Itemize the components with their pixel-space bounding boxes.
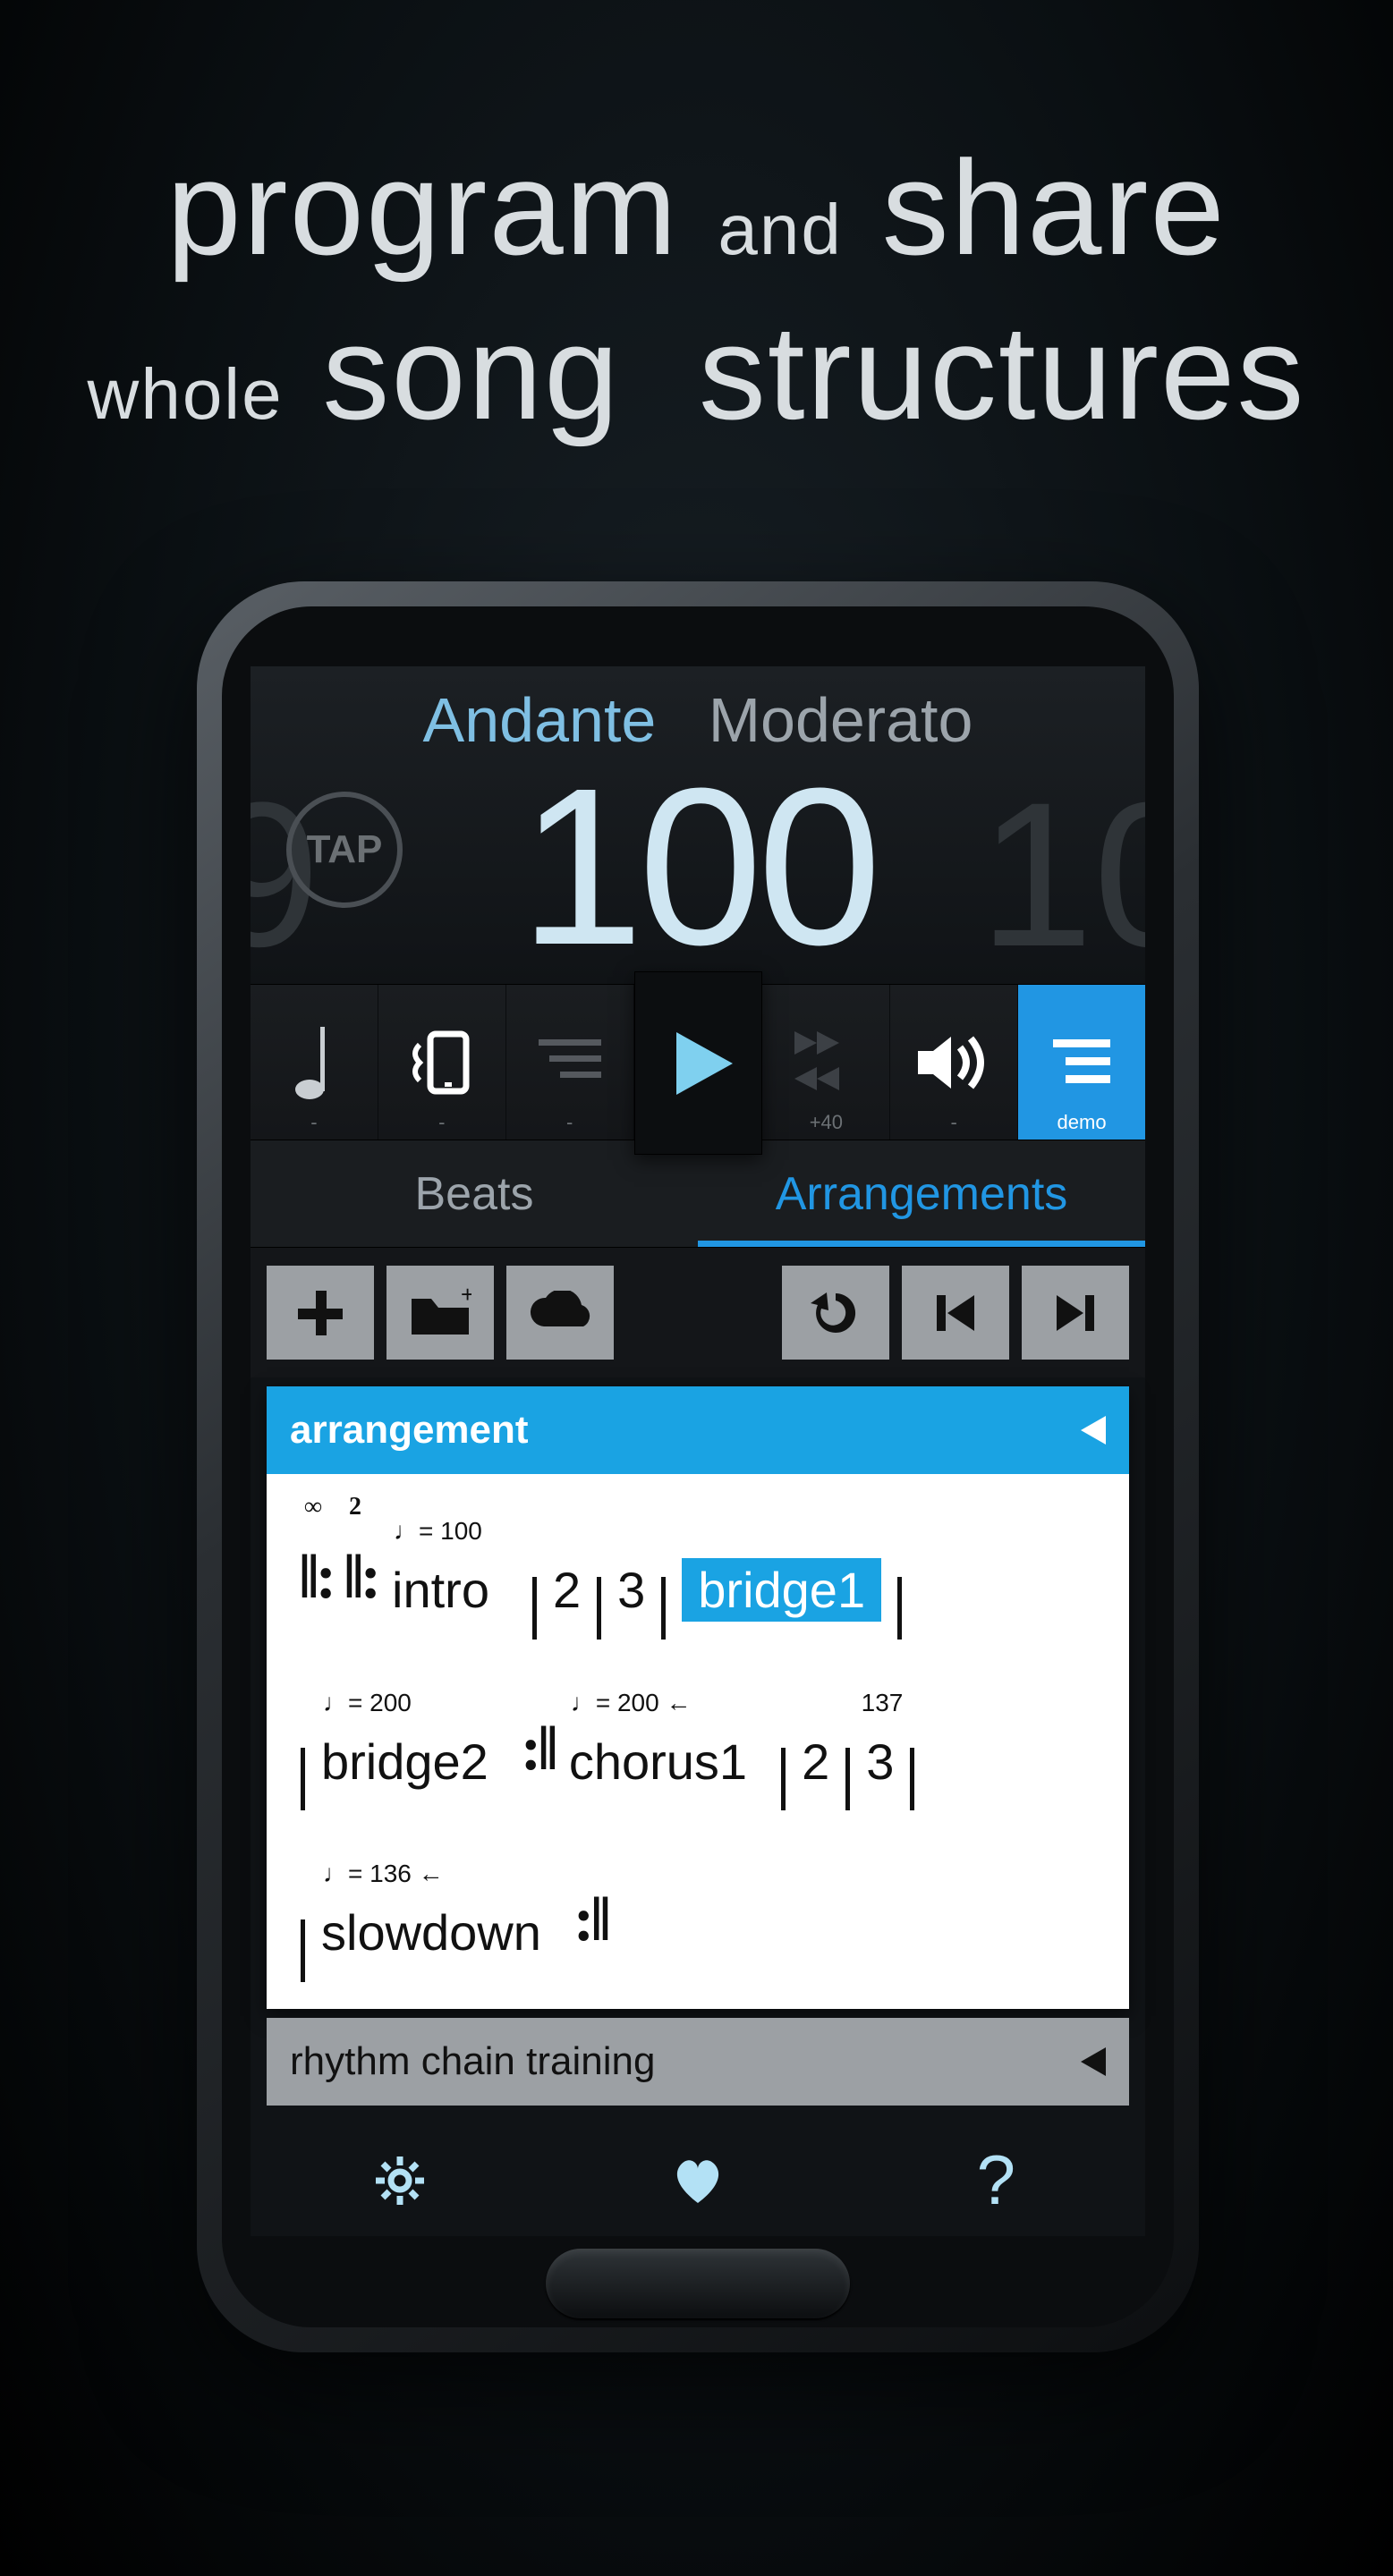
device-home-button [546, 2249, 850, 2318]
marketing-headline: program and share whole song structures [0, 134, 1393, 463]
arrangement-notation[interactable]: ∞ ‖: 2 ‖: ♩= 100 intro 2 [267, 1474, 1129, 2009]
control-sub: +40 [810, 1111, 843, 1134]
app-screen: 9 10 Andante Moderato TAP 100 - [251, 666, 1145, 2236]
tempo-annotation: ♩= 200 [323, 1679, 412, 1728]
open-folder-button[interactable]: + [386, 1266, 494, 1360]
control-sub: - [951, 1111, 957, 1134]
repeat-count: 2 [349, 1483, 358, 1532]
headline-word: program [166, 132, 679, 283]
tab-bar: Beats Arrangements [251, 1140, 1145, 1248]
bottom-nav: ? [251, 2124, 1145, 2236]
folder-plus-icon: + [409, 1288, 471, 1337]
speaker-icon [913, 1031, 994, 1094]
section-name: chorus1 [569, 1733, 747, 1790]
prev-button[interactable] [902, 1266, 1009, 1360]
tempo-annotation: ♩= 200 ← [571, 1679, 692, 1728]
skip-next-icon [1051, 1288, 1100, 1337]
control-sub: demo [1057, 1111, 1107, 1134]
bar-number: 2 [793, 1713, 838, 1810]
vibrate-button[interactable]: - [378, 985, 506, 1140]
tab-label: Arrangements [776, 1167, 1068, 1221]
section-name: intro [392, 1562, 489, 1618]
arrangement-toolbar: + [251, 1248, 1145, 1377]
arrangement-title: arrangement [290, 1408, 529, 1453]
collapse-icon [1081, 1416, 1106, 1445]
repeat-count: ∞ [304, 1483, 319, 1532]
control-sub: - [566, 1111, 573, 1134]
tempo-annotation: ♩= 100 [394, 1507, 482, 1556]
question-icon: ? [977, 2140, 1015, 2221]
note-value-button[interactable]: - [251, 985, 378, 1140]
vibrate-icon [402, 1027, 482, 1098]
play-icon [654, 1019, 743, 1108]
control-sub: - [310, 1111, 317, 1134]
tempo-annotation: 137 [862, 1679, 904, 1728]
control-sub: - [438, 1111, 445, 1134]
skip-previous-icon [931, 1288, 981, 1337]
device-frame: 9 10 Andante Moderato TAP 100 - [197, 581, 1199, 2352]
tab-beats[interactable]: Beats [251, 1140, 698, 1247]
settings-button[interactable] [251, 2124, 548, 2236]
headline-word: song [322, 297, 620, 447]
plus-icon [293, 1286, 347, 1340]
cloud-button[interactable] [506, 1266, 614, 1360]
skip-button[interactable]: +40 [762, 985, 890, 1140]
gear-icon [373, 2154, 427, 2207]
control-strip: - - - [251, 984, 1145, 1140]
next-button[interactable] [1022, 1266, 1129, 1360]
heart-icon [669, 2155, 726, 2207]
tab-arrangements[interactable]: Arrangements [698, 1140, 1145, 1247]
collapsed-title: rhythm chain training [290, 2039, 655, 2084]
svg-text:+: + [461, 1288, 471, 1308]
tempo-panel: 9 10 Andante Moderato TAP 100 [251, 666, 1145, 984]
fast-forward-rewind-icon [790, 1027, 862, 1098]
repeat-arrow-icon [809, 1286, 862, 1340]
section-name: slowdown [321, 1904, 541, 1961]
bar-number: 2 [544, 1541, 590, 1639]
arrangement-collapsed-item[interactable]: rhythm chain training [267, 2018, 1129, 2106]
display-mode-button[interactable]: - [506, 985, 634, 1140]
expand-icon [1081, 2047, 1106, 2076]
lines-icon [539, 1036, 601, 1089]
tempo-annotation: ♩= 136 ← [323, 1850, 444, 1899]
add-button[interactable] [267, 1266, 374, 1360]
play-button[interactable] [634, 971, 763, 1155]
arrangement-card: arrangement ∞ ‖: 2 ‖: ♩= [267, 1386, 1129, 2009]
headline-word: whole [88, 354, 284, 434]
arrangement-header[interactable]: arrangement [267, 1386, 1129, 1474]
volume-button[interactable]: - [890, 985, 1018, 1140]
bar-number: 3 [866, 1733, 894, 1790]
quarter-note-icon [292, 1022, 336, 1103]
list-icon [1053, 1036, 1110, 1089]
loop-button[interactable] [782, 1266, 889, 1360]
cloud-icon [524, 1291, 596, 1335]
section-name: bridge2 [321, 1733, 488, 1790]
headline-word: share [882, 132, 1227, 283]
headline-word: and [718, 190, 842, 269]
bar-number: 3 [608, 1541, 654, 1639]
help-button[interactable]: ? [847, 2124, 1145, 2236]
demo-preset-button[interactable]: demo [1018, 985, 1145, 1140]
status-bar [222, 606, 1174, 660]
tab-label: Beats [415, 1167, 534, 1221]
headline-word: structures [699, 297, 1306, 447]
favorite-button[interactable] [548, 2124, 846, 2236]
section-name-selected: bridge1 [682, 1558, 881, 1622]
bpm-display[interactable]: 100 [251, 738, 1145, 984]
